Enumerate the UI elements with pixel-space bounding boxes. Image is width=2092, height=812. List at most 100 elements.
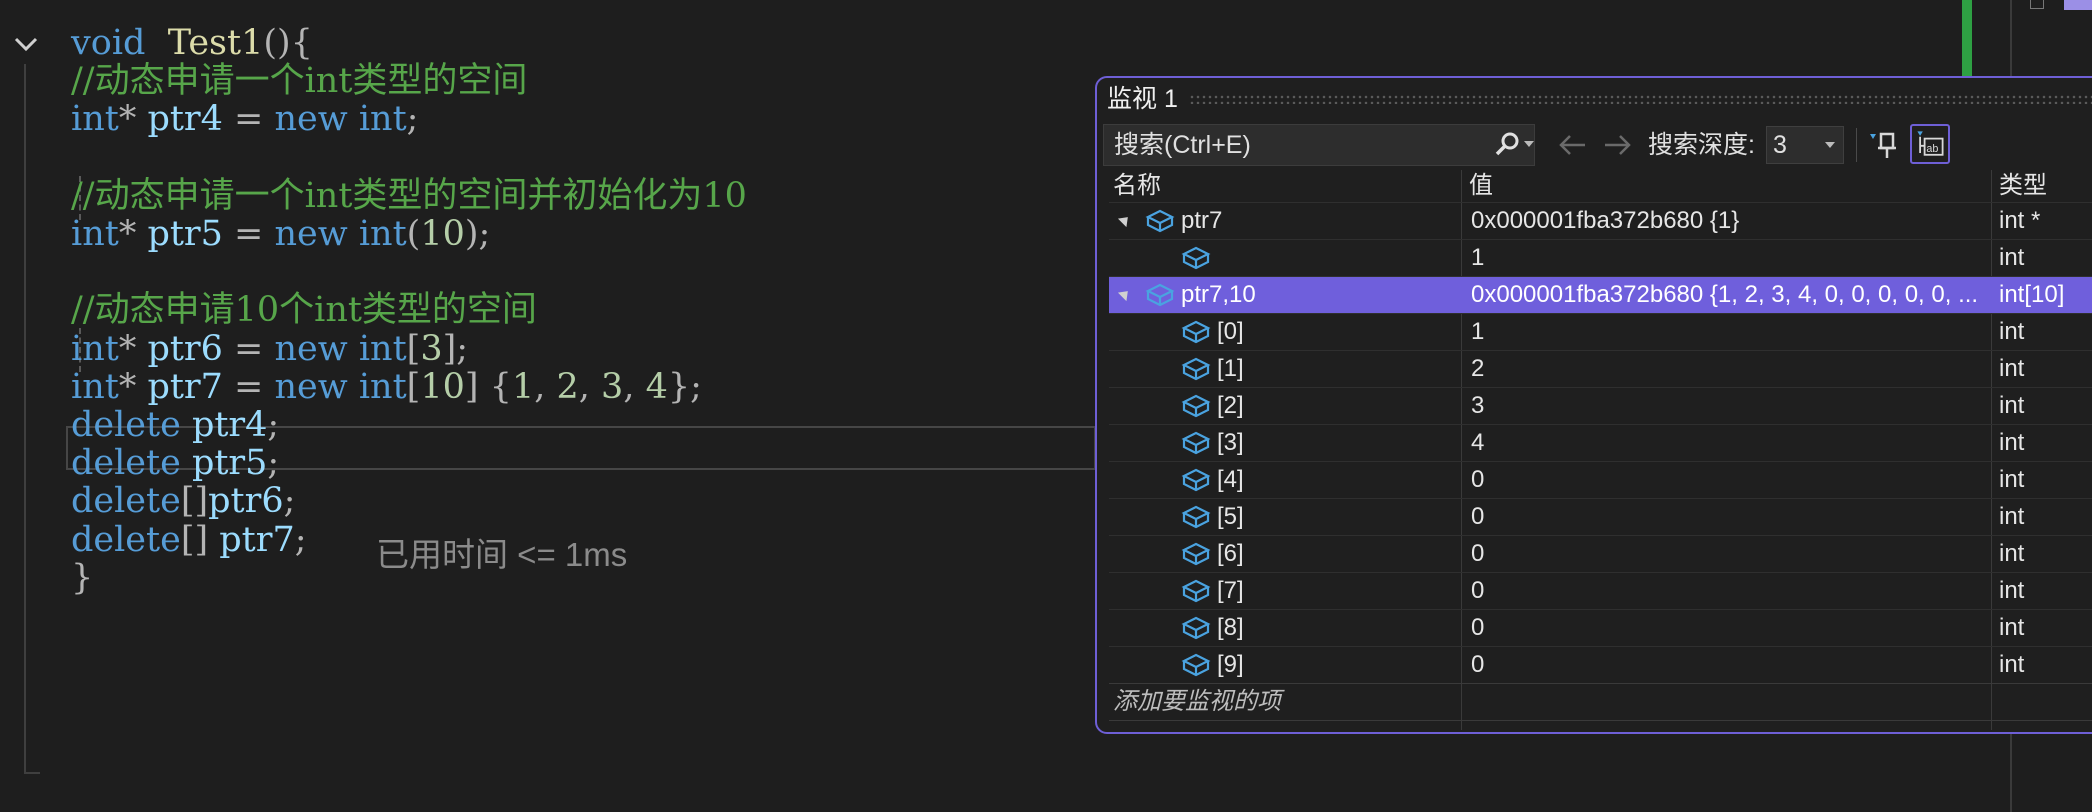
arrow-right-icon[interactable] — [1601, 130, 1633, 160]
watch-row[interactable]: [6] 0 int — [1109, 535, 2092, 572]
watch-row[interactable]: [1] 2 int — [1109, 350, 2092, 387]
search-dropdown-icon[interactable] — [1524, 141, 1534, 147]
title-grip[interactable] — [1189, 94, 2092, 104]
fold-guide-line — [24, 64, 26, 774]
code-token: int — [358, 99, 407, 140]
watch-type: int — [1999, 355, 2025, 382]
variable-icon — [1181, 542, 1211, 566]
code-line[interactable]: int* ptr5 = new int(10); — [71, 209, 490, 259]
svg-text:ab: ab — [1926, 143, 1938, 155]
code-token: int — [358, 366, 407, 407]
arrow-left-icon[interactable] — [1557, 130, 1589, 160]
code-token: 2 — [556, 366, 579, 407]
watch-value[interactable]: 3 — [1471, 388, 1987, 424]
watch-row[interactable]: [0] 1 int — [1109, 313, 2092, 350]
watch-title: 监视 1 — [1107, 85, 1178, 113]
code-token: ; — [406, 99, 419, 140]
watch-row[interactable]: [4] 0 int — [1109, 461, 2092, 498]
code-token: int — [358, 214, 407, 254]
watch-name: [8] — [1217, 614, 1244, 641]
watch-name: [6] — [1217, 540, 1244, 567]
column-header-type[interactable]: 类型 — [1999, 170, 2047, 202]
depth-value: 3 — [1773, 131, 1787, 159]
watch-row[interactable]: [3] 4 int — [1109, 424, 2092, 461]
watch-row[interactable]: 1 int — [1109, 239, 2092, 276]
variable-icon — [1181, 468, 1211, 492]
watch-type: int — [1999, 244, 2025, 271]
pin-icon[interactable] — [1866, 128, 1900, 162]
watch-value[interactable]: 0x000001fba372b680 {1} — [1471, 203, 1987, 239]
column-header-name[interactable]: 名称 — [1113, 170, 1161, 202]
watch-type: int — [1999, 429, 2025, 456]
watch-row[interactable]: [8] 0 int — [1109, 609, 2092, 646]
watch-window[interactable]: 监视 1 搜索(Ctrl+E) 搜索深度: 3 ab 名称 值 类型 ptr7 … — [1095, 76, 2092, 734]
expand-toggle-icon[interactable] — [1117, 286, 1133, 302]
fold-guide-end — [24, 772, 40, 774]
chevron-down-icon — [1825, 142, 1835, 148]
watch-value[interactable]: 0 — [1471, 499, 1987, 535]
code-token: ( — [406, 214, 421, 254]
watch-type: int — [1999, 503, 2025, 530]
watch-value[interactable]: 0 — [1471, 647, 1987, 683]
minimap-marker — [2030, 0, 2044, 9]
watch-value[interactable]: 0 — [1471, 610, 1987, 646]
watch-row[interactable]: ptr7,10 0x000001fba372b680 {1, 2, 3, 4, 0… — [1109, 276, 2092, 313]
code-token: , — [578, 366, 602, 407]
code-token: } — [71, 557, 94, 598]
add-watch-row[interactable]: 添加要监视的项 — [1109, 683, 2092, 721]
watch-value[interactable]: 4 — [1471, 425, 1987, 461]
code-token: 10 — [420, 366, 465, 407]
watch-name: [2] — [1217, 392, 1244, 419]
watch-value[interactable]: 0x000001fba372b680 {1, 2, 3, 4, 0, 0, 0,… — [1471, 277, 1987, 313]
code-token: * — [118, 99, 148, 140]
search-input[interactable]: 搜索(Ctrl+E) — [1103, 124, 1535, 166]
watch-type: int — [1999, 577, 2025, 604]
code-line[interactable]: delete[] ptr7; — [71, 515, 307, 565]
code-token: , — [623, 366, 646, 407]
watch-type: int — [1999, 466, 2025, 493]
code-token: int — [71, 214, 119, 254]
code-token: ); — [464, 214, 491, 254]
depth-select[interactable]: 3 — [1766, 126, 1844, 164]
code-line[interactable]: } — [71, 553, 93, 603]
variable-icon — [1145, 283, 1175, 307]
watch-toolbar: 搜索(Ctrl+E) 搜索深度: 3 ab — [1097, 122, 2092, 170]
variable-icon — [1181, 357, 1211, 381]
hex-display-icon[interactable]: ab — [1910, 124, 1950, 164]
code-token: [] — [180, 519, 220, 560]
code-line[interactable]: int* ptr4 = new int; — [71, 94, 418, 144]
watch-value[interactable]: 1 — [1471, 240, 1987, 276]
watch-name: [5] — [1217, 503, 1244, 530]
watch-type: int — [1999, 614, 2025, 641]
watch-row[interactable]: [9] 0 int — [1109, 646, 2092, 683]
watch-row[interactable]: [5] 0 int — [1109, 498, 2092, 535]
toolbar-separator — [1856, 128, 1857, 162]
code-token: new — [274, 99, 348, 140]
watch-row[interactable]: ptr7 0x000001fba372b680 {1} int * — [1109, 202, 2092, 239]
code-token: }; — [667, 366, 702, 407]
code-token: new — [274, 214, 348, 254]
depth-label: 搜索深度: — [1648, 131, 1755, 159]
watch-row[interactable]: [2] 3 int — [1109, 387, 2092, 424]
code-token: = — [222, 99, 275, 140]
variable-icon — [1181, 653, 1211, 677]
watch-name: [4] — [1217, 466, 1244, 493]
watch-value[interactable]: 1 — [1471, 314, 1987, 350]
watch-value[interactable]: 0 — [1471, 573, 1987, 609]
column-header-value[interactable]: 值 — [1469, 170, 1493, 202]
watch-value[interactable]: 2 — [1471, 351, 1987, 387]
watch-name: ptr7,10 — [1181, 281, 1256, 308]
watch-type: int — [1999, 540, 2025, 567]
code-token: [ — [406, 366, 421, 407]
watch-value[interactable]: 0 — [1471, 536, 1987, 572]
code-token: 4 — [645, 366, 668, 407]
code-token: 3 — [601, 366, 624, 407]
watch-name: [0] — [1217, 318, 1244, 345]
chevron-down-icon[interactable] — [12, 30, 40, 58]
expand-toggle-icon[interactable] — [1117, 212, 1133, 228]
elapsed-time-hint: 已用时间 <= 1ms — [376, 536, 628, 573]
watch-row[interactable]: [7] 0 int — [1109, 572, 2092, 609]
search-icon[interactable] — [1492, 129, 1524, 161]
watch-type: int[10] — [1999, 281, 2065, 308]
watch-value[interactable]: 0 — [1471, 462, 1987, 498]
